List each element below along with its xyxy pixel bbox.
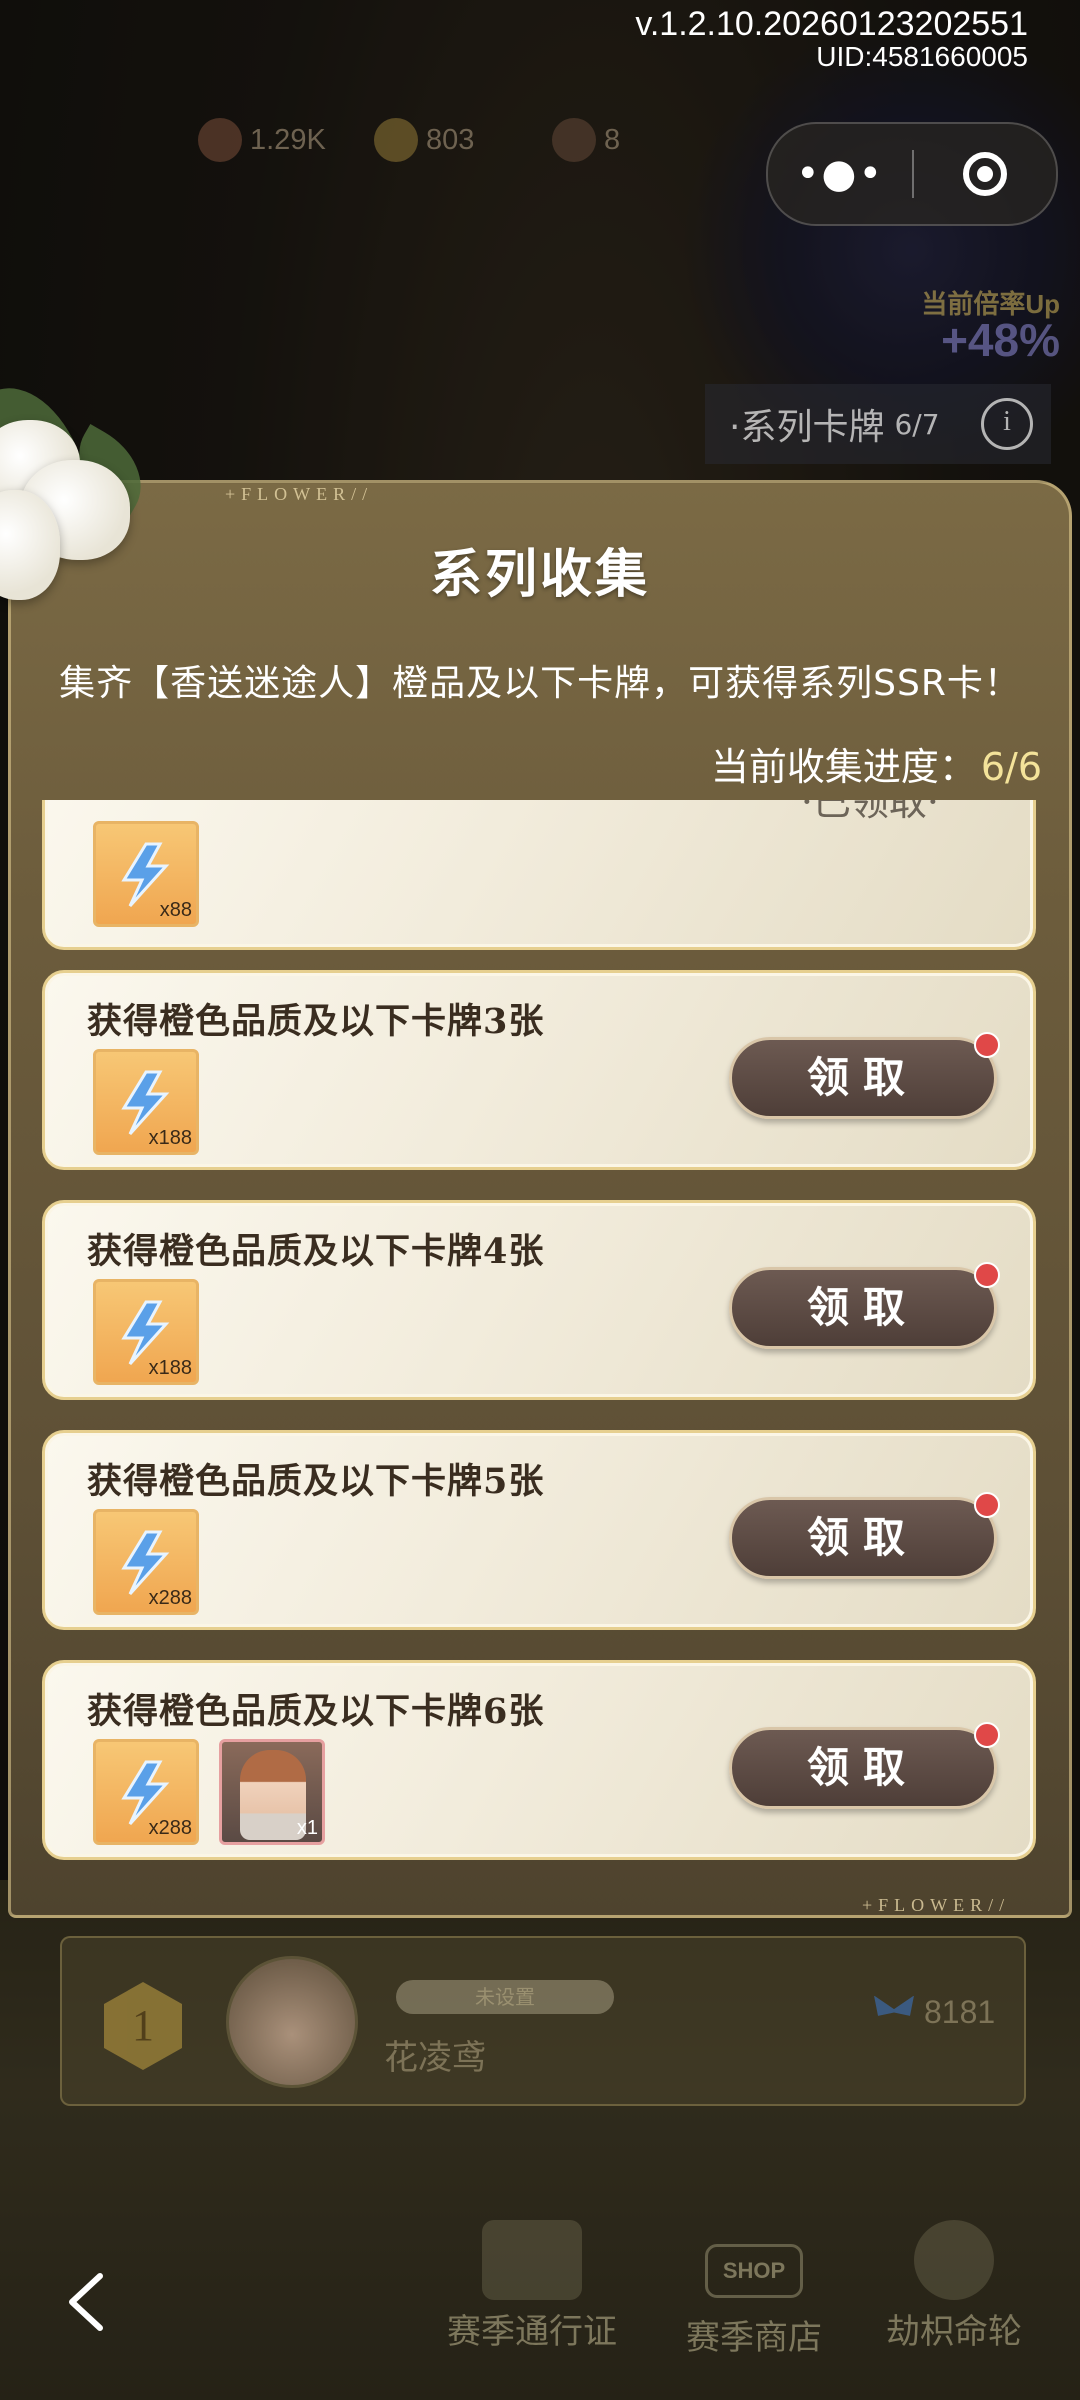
energy-item[interactable]: x288 — [93, 1739, 199, 1845]
version-info: v.1.2.10.20260123202551 UID:4581660005 — [635, 6, 1028, 72]
item-quantity: x288 — [148, 1817, 192, 1839]
item-quantity: x288 — [148, 1587, 192, 1609]
claim-label: 领取 — [806, 1053, 919, 1102]
nav-fate-wheel[interactable]: 劫枳命轮 — [854, 2220, 1054, 2353]
modal-description: 集齐【香送迷途人】橙品及以下卡牌，可获得系列SSR卡！ — [59, 663, 1021, 704]
miniprogram-capsule: •●• — [766, 122, 1058, 226]
currency-value: 803 — [426, 123, 475, 156]
target-icon — [963, 152, 1007, 196]
collection-progress: 当前收集进度： 6/6 — [711, 736, 1042, 791]
modal-title: 系列收集 — [429, 545, 650, 605]
nav-label: 赛季通行证 — [447, 2312, 617, 2352]
currency-coins[interactable]: 803 — [374, 118, 474, 162]
reward-title: 获得橙色品质及以下卡牌4张 — [87, 1231, 545, 1272]
claim-label: 领取 — [806, 1743, 919, 1792]
bottom-nav: 赛季通行证 SHOP 赛季商店 劫枳命轮 — [0, 2190, 1080, 2400]
version-text: v.1.2.10.20260123202551 — [635, 5, 1028, 43]
currency-tickets[interactable]: 8 — [552, 118, 620, 162]
energy-item[interactable]: x88 — [93, 821, 199, 927]
reward-card: 获得橙色品质及以下卡牌3张 x188 领取 — [42, 970, 1036, 1170]
currency-value: 1.29K — [250, 123, 326, 156]
back-arrow-icon[interactable] — [58, 2272, 118, 2332]
scroll-icon — [482, 2220, 582, 2300]
item-quantity: x188 — [148, 1127, 192, 1149]
claim-button[interactable]: 领取 — [729, 1032, 1000, 1119]
claim-button[interactable]: 领取 — [729, 1722, 1000, 1809]
player-tag: 未设置 — [396, 1980, 614, 2014]
player-score: 8181 — [874, 1994, 995, 2031]
character-card-item[interactable]: x1 — [219, 1739, 325, 1845]
energy-item[interactable]: x288 — [93, 1509, 199, 1615]
nav-season-shop[interactable]: SHOP 赛季商店 — [654, 2220, 854, 2359]
series-chip-label: ·系列卡牌 — [729, 407, 885, 448]
reward-title: 获得橙色品质及以下卡牌5张 — [87, 1461, 545, 1502]
red-dot-badge — [974, 1492, 1000, 1518]
leaderboard-row: 1 未设置 花凌鸢 8181 — [60, 1936, 1026, 2106]
progress-value: 6/6 — [980, 745, 1042, 789]
flower-tag-bottom: +FLOWER// — [862, 1895, 1011, 1915]
energy-item[interactable]: x188 — [93, 1279, 199, 1385]
progress-label: 当前收集进度： — [710, 745, 977, 789]
rate-boost-badge: 当前倍率Up +48% — [820, 284, 1060, 366]
reward-card: 获得橙色品质及以下卡牌5张 x288 领取 — [42, 1430, 1036, 1630]
flower-tag-top: +FLOWER// — [225, 484, 374, 504]
series-chip-count: 6/7 — [894, 407, 940, 441]
red-dot-badge — [974, 1032, 1000, 1058]
reward-list[interactable]: x88 ·已领取· 获得橙色品质及以下卡牌3张 x188 领取 获得橙色品质及以… — [40, 800, 1040, 1870]
nav-label: 赛季商店 — [686, 2318, 822, 2358]
currency-value: 8 — [604, 123, 621, 156]
reward-card-claimed: x88 ·已领取· — [42, 800, 1036, 950]
more-menu-button[interactable]: •●• — [768, 151, 912, 197]
player-name: 花凌鸢 — [384, 2038, 486, 2078]
claimed-status: ·已领取· — [800, 800, 939, 824]
boost-value: +48% — [941, 314, 1060, 366]
claim-label: 领取 — [806, 1283, 919, 1332]
nav-season-pass[interactable]: 赛季通行证 — [432, 2220, 632, 2353]
reward-card: 获得橙色品质及以下卡牌4张 x188 领取 — [42, 1200, 1036, 1400]
series-cards-chip[interactable]: ·系列卡牌 6/7 i — [705, 384, 1051, 464]
red-dot-badge — [974, 1722, 1000, 1748]
score-value: 8181 — [924, 1994, 996, 2030]
reward-title: 获得橙色品质及以下卡牌6张 — [87, 1691, 545, 1732]
shop-sign-icon: SHOP — [705, 2244, 803, 2298]
butterfly-icon — [874, 1995, 914, 2016]
compass-icon — [914, 2220, 994, 2300]
rank-badge: 1 — [104, 1982, 182, 2070]
claim-button[interactable]: 领取 — [729, 1492, 1000, 1579]
item-quantity: x1 — [296, 1817, 318, 1839]
gem-icon — [198, 118, 242, 162]
currency-gems[interactable]: 1.29K — [198, 118, 326, 162]
info-icon[interactable]: i — [981, 398, 1033, 450]
close-miniprogram-button[interactable] — [914, 152, 1056, 196]
item-quantity: x188 — [148, 1357, 192, 1379]
reward-card: 获得橙色品质及以下卡牌6张 x288 x1 领取 — [42, 1660, 1036, 1860]
ticket-icon — [552, 118, 596, 162]
claim-label: 领取 — [806, 1513, 919, 1562]
red-dot-badge — [974, 1262, 1000, 1288]
claim-button[interactable]: 领取 — [729, 1262, 1000, 1349]
nav-label: 劫枳命轮 — [886, 2312, 1022, 2352]
energy-item[interactable]: x188 — [93, 1049, 199, 1155]
item-quantity: x88 — [159, 899, 192, 921]
coin-icon — [374, 118, 418, 162]
avatar — [226, 1956, 358, 2088]
uid-text: UID:4581660005 — [816, 41, 1028, 72]
reward-title: 获得橙色品质及以下卡牌3张 — [87, 1001, 545, 1042]
